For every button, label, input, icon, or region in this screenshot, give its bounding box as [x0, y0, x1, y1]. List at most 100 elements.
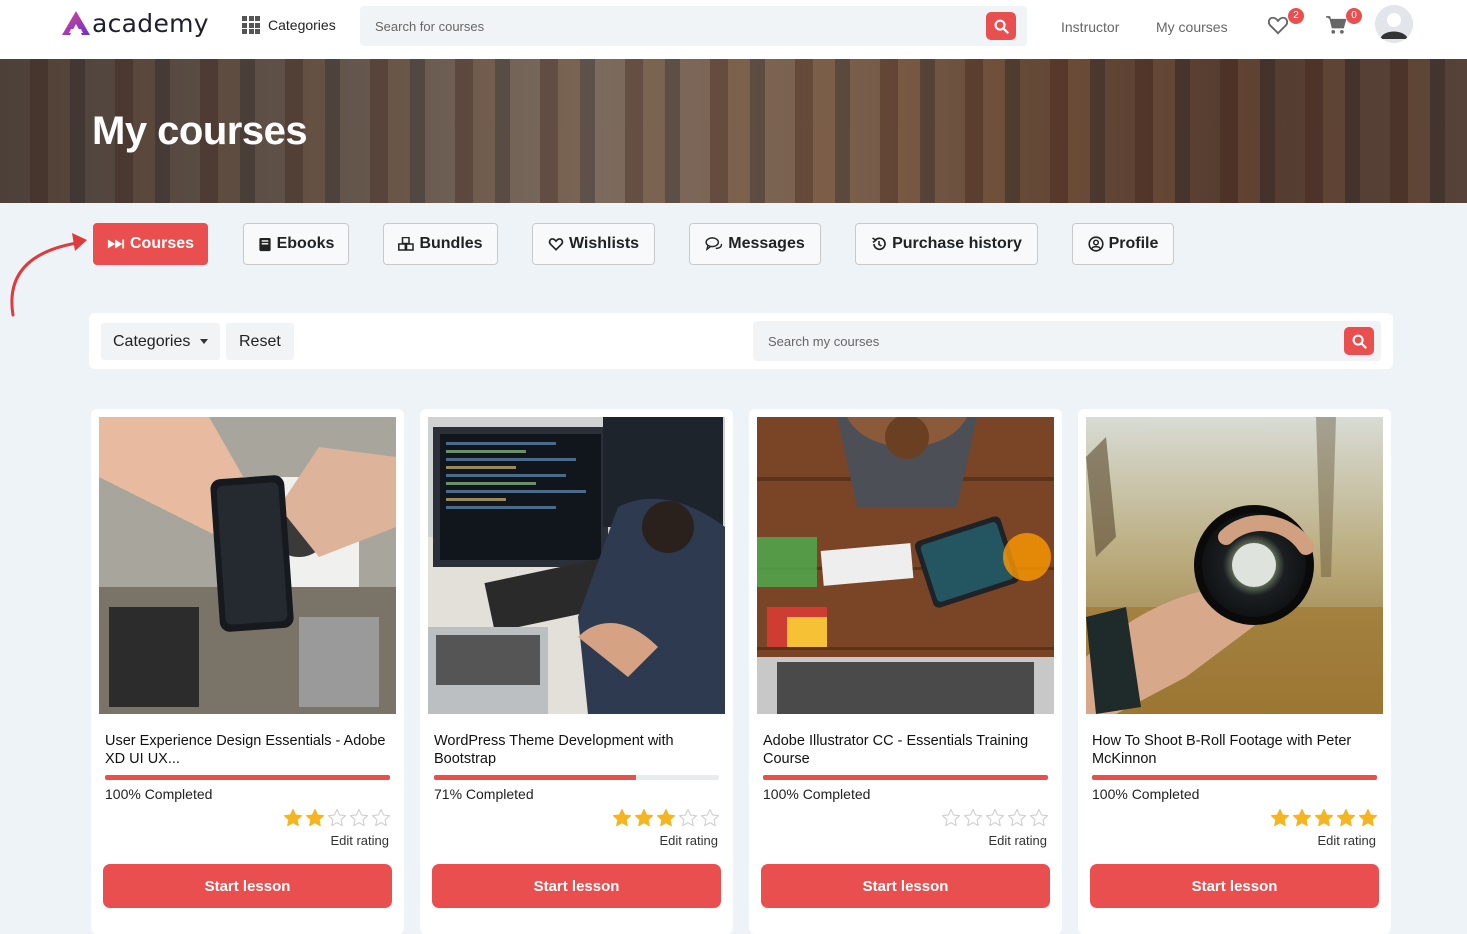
reset-button[interactable]: Reset [226, 323, 294, 360]
star-filled-icon[interactable] [1292, 808, 1312, 828]
search-icon [1352, 334, 1367, 349]
cubes-icon [398, 237, 415, 251]
rating-stars[interactable] [1268, 808, 1378, 828]
star-empty-icon[interactable] [985, 808, 1005, 828]
tab-bundles[interactable]: Bundles [383, 223, 498, 265]
completion-text: 100% Completed [763, 786, 871, 802]
tab-wishlists[interactable]: Wishlists [532, 223, 655, 265]
course-thumbnail[interactable] [428, 417, 725, 714]
tab-messages[interactable]: Messages [689, 223, 821, 265]
categories-dropdown[interactable]: Categories [101, 323, 221, 360]
wishlist-badge: 2 [1288, 8, 1304, 24]
cart-button[interactable]: 0 [1325, 8, 1362, 39]
wishlist-button[interactable]: 2 [1267, 8, 1304, 39]
chat-icon [705, 237, 723, 251]
course-title[interactable]: Adobe Illustrator CC - Essentials Traini… [763, 732, 1048, 768]
page-title: My courses [92, 109, 308, 153]
edit-rating-link[interactable]: Edit rating [659, 833, 718, 848]
course-thumbnail[interactable] [99, 417, 396, 714]
categories-dropdown-label: Categories [113, 332, 191, 350]
course-title[interactable]: How To Shoot B-Roll Footage with Peter M… [1092, 732, 1377, 768]
filter-bar: Categories Reset [89, 313, 1393, 369]
course-title[interactable]: User Experience Design Essentials - Adob… [105, 732, 390, 768]
annotation-arrow-icon [10, 233, 87, 317]
course-image-coding-desk [428, 417, 725, 714]
my-courses-search-input[interactable] [753, 321, 1333, 361]
star-filled-icon[interactable] [1358, 808, 1378, 828]
course-progress-bar [105, 775, 390, 780]
progress-fill [1092, 775, 1377, 780]
star-empty-icon[interactable] [700, 808, 720, 828]
course-card: Adobe Illustrator CC - Essentials Traini… [749, 409, 1062, 934]
cart-icon [1326, 16, 1347, 34]
rating-stars[interactable] [281, 808, 391, 828]
course-progress-bar [434, 775, 719, 780]
star-empty-icon[interactable] [371, 808, 391, 828]
start-lesson-button[interactable]: Start lesson [761, 864, 1050, 908]
star-empty-icon[interactable] [678, 808, 698, 828]
star-filled-icon[interactable] [656, 808, 676, 828]
course-card: User Experience Design Essentials - Adob… [91, 409, 404, 934]
caret-down-icon [200, 339, 209, 344]
star-filled-icon[interactable] [283, 808, 303, 828]
top-navbar: academy Categories Instructor My courses… [0, 0, 1467, 59]
start-lesson-button[interactable]: Start lesson [432, 864, 721, 908]
edit-rating-link[interactable]: Edit rating [1317, 833, 1376, 848]
edit-rating-link[interactable]: Edit rating [988, 833, 1047, 848]
course-image-design-desk [757, 417, 1054, 714]
star-filled-icon[interactable] [612, 808, 632, 828]
course-thumbnail[interactable] [1086, 417, 1383, 714]
tab-label: Purchase history [892, 235, 1022, 252]
heart-icon [548, 238, 564, 251]
start-lesson-button[interactable]: Start lesson [103, 864, 392, 908]
tab-ebooks[interactable]: Ebooks [243, 223, 349, 265]
completion-text: 100% Completed [1092, 786, 1200, 802]
logo-text: academy [92, 8, 209, 38]
edit-rating-link[interactable]: Edit rating [330, 833, 389, 848]
history-icon [872, 237, 886, 251]
star-filled-icon[interactable] [634, 808, 654, 828]
rating-stars[interactable] [610, 808, 720, 828]
page-banner: My courses [0, 59, 1467, 203]
course-image-phone-handoff [99, 417, 396, 714]
user-circle-icon [1087, 236, 1104, 252]
tab-label: Messages [728, 235, 805, 252]
completion-text: 71% Completed [434, 786, 534, 802]
rating-stars[interactable] [939, 808, 1049, 828]
course-title[interactable]: WordPress Theme Development with Bootstr… [434, 732, 719, 768]
avatar[interactable] [1375, 5, 1413, 43]
academy-logo[interactable]: academy [61, 8, 209, 38]
course-progress-bar [763, 775, 1048, 780]
my-courses-search [753, 321, 1381, 361]
progress-fill [763, 775, 1048, 780]
star-empty-icon[interactable] [349, 808, 369, 828]
tab-purchase-history[interactable]: Purchase history [855, 223, 1038, 265]
nav-link-instructor[interactable]: Instructor [1061, 19, 1119, 35]
book-icon [258, 237, 271, 251]
course-progress-bar [1092, 775, 1377, 780]
search-button[interactable] [986, 12, 1016, 40]
start-lesson-button[interactable]: Start lesson [1090, 864, 1379, 908]
progress-fill [105, 775, 390, 780]
star-filled-icon[interactable] [1314, 808, 1334, 828]
tab-label: Profile [1108, 235, 1159, 252]
nav-link-my-courses[interactable]: My courses [1156, 19, 1228, 35]
search-input[interactable] [360, 6, 980, 46]
star-empty-icon[interactable] [941, 808, 961, 828]
tab-profile[interactable]: Profile [1072, 223, 1174, 265]
star-filled-icon[interactable] [1270, 808, 1290, 828]
course-image-camera-lens [1086, 417, 1383, 714]
categories-menu[interactable]: Categories [242, 16, 336, 34]
tab-courses[interactable]: Courses [93, 223, 208, 265]
star-empty-icon[interactable] [327, 808, 347, 828]
course-search [360, 6, 1027, 46]
tab-label: Ebooks [276, 235, 335, 252]
star-filled-icon[interactable] [1336, 808, 1356, 828]
star-empty-icon[interactable] [1029, 808, 1049, 828]
star-filled-icon[interactable] [305, 808, 325, 828]
grid-icon [242, 16, 262, 34]
my-courses-search-button[interactable] [1344, 327, 1374, 355]
star-empty-icon[interactable] [1007, 808, 1027, 828]
course-thumbnail[interactable] [757, 417, 1054, 714]
star-empty-icon[interactable] [963, 808, 983, 828]
